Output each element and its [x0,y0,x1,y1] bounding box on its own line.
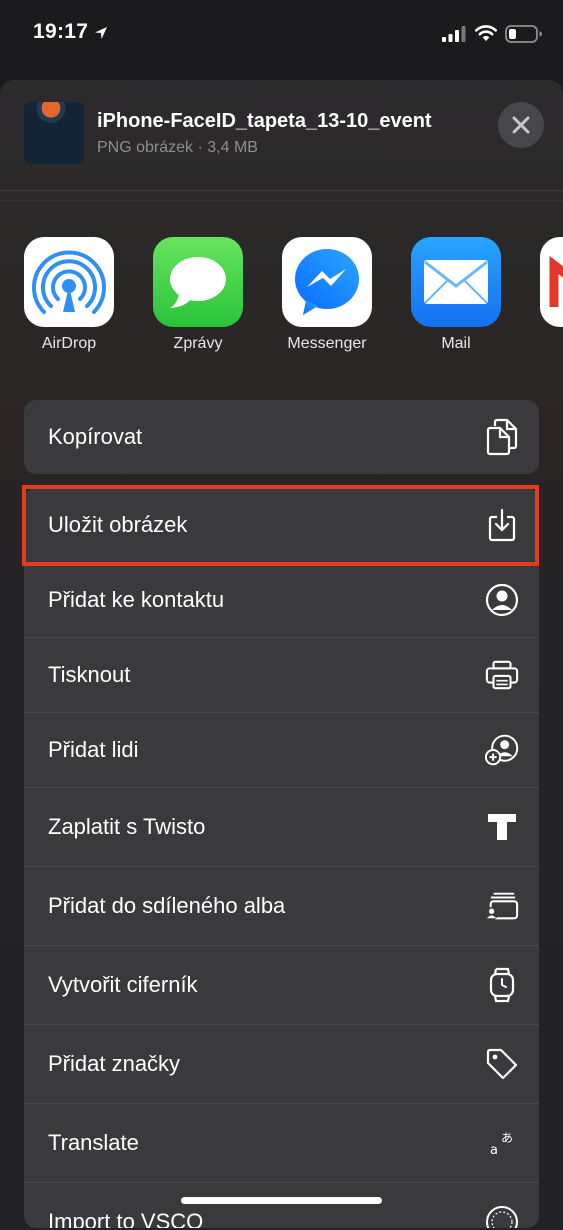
action-copy[interactable]: Kopírovat [24,400,539,474]
app-label: Messenger [287,335,367,352]
action-label: Přidat ke kontaktu [48,587,225,612]
action-group-copy: Kopírovat [24,400,539,474]
app-messenger[interactable]: Messenger [281,237,373,353]
app-label: G [539,335,563,353]
action-print[interactable]: Tisknout [24,638,539,713]
action-add-to-contact[interactable]: Přidat ke kontaktu [24,563,539,638]
shared-album-icon [485,889,519,923]
twisto-icon [485,810,519,844]
share-header: iPhone-FaceID_tapeta_13-10_event PNG obr… [0,80,563,191]
action-label: Vytvořit ciferník [48,972,198,997]
add-people-icon [485,733,519,767]
action-pay-twisto[interactable]: Zaplatit s Twisto [24,788,539,867]
airdrop-icon [24,237,114,327]
wifi-icon [474,25,498,41]
home-indicator[interactable] [181,1197,382,1204]
gmail-icon [540,237,563,327]
cellular-signal-icon [442,26,466,42]
close-button[interactable] [498,102,544,148]
action-import-vsco[interactable]: Import to VSCO [24,1183,539,1228]
location-arrow-icon [95,27,107,39]
status-bar: 19:17 [0,0,563,70]
printer-icon [485,658,519,692]
action-label: Zaplatit s Twisto [48,814,206,839]
action-label: Tisknout [48,662,131,687]
app-airdrop[interactable]: AirDrop [23,237,115,353]
action-add-people[interactable]: Přidat lidi [24,713,539,788]
tag-icon [485,1047,519,1081]
action-label: Přidat značky [48,1051,181,1076]
app-label: Mail [441,335,471,352]
action-label: Kopírovat [48,424,143,449]
battery-icon [505,25,542,43]
action-group-main: Uložit obrázek Přidat ke kontaktu Tiskno… [24,488,539,1228]
app-mail[interactable]: Mail [410,237,502,353]
file-thumbnail [24,102,84,164]
action-add-tags[interactable]: Přidat značky [24,1025,539,1104]
mail-icon [411,237,501,327]
contact-icon [485,583,519,617]
status-time: 19:17 [33,20,89,43]
app-gmail[interactable]: G [539,237,563,353]
translate-icon: a あ [485,1126,519,1160]
action-label: Translate [48,1130,139,1155]
action-create-watch-face[interactable]: Vytvořit ciferník [24,946,539,1025]
action-label: Přidat do sdíleného alba [48,893,286,918]
app-messages[interactable]: Zprávy [152,237,244,353]
action-add-shared-album[interactable]: Přidat do sdíleného alba [24,867,539,946]
header-divider [0,200,563,201]
action-label: Import to VSCO [48,1209,204,1228]
svg-text:あ: あ [501,1131,513,1145]
watch-face-icon [485,967,519,1003]
messages-icon [153,237,243,327]
vsco-icon [485,1205,519,1228]
app-label: AirDrop [41,335,97,352]
action-label: Přidat lidi [48,737,139,762]
copy-icon [485,418,519,456]
file-meta: PNG obrázek · 3,4 MB [97,139,258,156]
svg-text:a: a [490,1143,498,1156]
close-icon [512,116,530,134]
messenger-icon [282,237,372,327]
action-translate[interactable]: Translate a あ [24,1104,539,1183]
app-label: Zprávy [173,335,223,352]
file-name: iPhone-FaceID_tapeta_13-10_event [97,110,432,132]
highlight-frame [22,485,539,566]
